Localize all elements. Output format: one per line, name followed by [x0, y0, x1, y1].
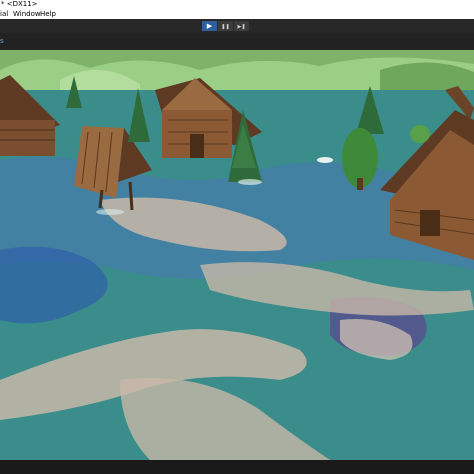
pause-icon: ❚❚: [221, 24, 230, 30]
menu-item-window[interactable]: Window: [13, 9, 41, 19]
foam-speck: [96, 209, 124, 215]
menu-bar: ial Window Help: [0, 9, 474, 19]
game-view-tab[interactable]: s: [0, 35, 4, 47]
foam-speck: [317, 157, 333, 163]
pause-button[interactable]: ❚❚: [218, 21, 233, 31]
game-view-tab-bar: s: [0, 33, 474, 50]
window-title-bar: * <DX11>: [0, 0, 474, 9]
step-icon: ▶❚: [237, 24, 246, 30]
play-icon: ▶: [206, 22, 213, 30]
game-scene-render: [0, 50, 474, 460]
window-title: * <DX11>: [1, 0, 38, 8]
game-viewport[interactable]: [0, 50, 474, 460]
menu-item-help[interactable]: Help: [40, 9, 56, 19]
step-button[interactable]: ▶❚: [234, 21, 249, 31]
bush-right: [410, 125, 430, 143]
play-button[interactable]: ▶: [202, 21, 217, 31]
editor-toolbar: ▶ ❚❚ ▶❚: [0, 19, 474, 33]
menu-item-tutorial[interactable]: ial: [0, 9, 8, 19]
foam-speck: [238, 179, 262, 185]
status-bar: [0, 460, 474, 474]
